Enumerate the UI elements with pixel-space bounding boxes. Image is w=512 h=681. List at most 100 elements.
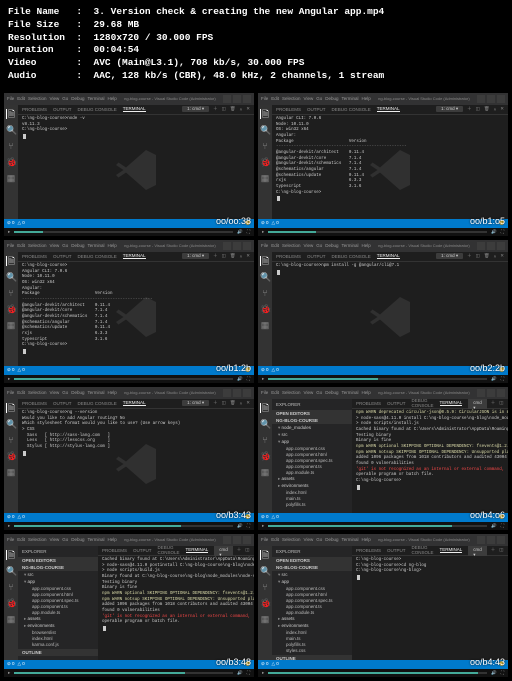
menu-go[interactable]: Go [62, 243, 68, 248]
debug-icon[interactable]: 🐞 [6, 451, 16, 461]
menu-view[interactable]: View [304, 96, 314, 101]
menu-view[interactable]: View [50, 243, 60, 248]
folder-node_modules[interactable]: node_modules [272, 425, 352, 432]
folder-src[interactable]: src [272, 432, 352, 439]
menu-view[interactable]: View [50, 96, 60, 101]
panel-tab-debug-console[interactable]: DEBUG CONSOLE [412, 546, 434, 556]
play-icon[interactable]: ▸ [262, 670, 264, 676]
volume-icon[interactable]: 🔊 [237, 670, 243, 676]
menu-help[interactable]: Help [362, 537, 371, 542]
menu-file[interactable]: File [7, 96, 14, 101]
files-icon[interactable]: 🗎 [6, 550, 16, 560]
volume-icon[interactable]: 🔊 [491, 670, 497, 676]
fullscreen-icon[interactable]: ⛶ [501, 670, 504, 675]
terminal-output[interactable]: C:\ng-blog-course>C:\ng-blog-course>cd n… [352, 556, 508, 660]
status-problem-1[interactable]: △ 0 [18, 661, 25, 667]
maximize-button[interactable] [487, 389, 495, 397]
debug-icon[interactable]: 🐞 [6, 157, 16, 167]
split-terminal-icon[interactable]: ◫ [245, 547, 249, 553]
file-polyfills.ts[interactable]: polyfills.ts [272, 502, 352, 508]
menu-selection[interactable]: Selection [28, 243, 47, 248]
workspace-header[interactable]: NG-BLOG-COURSE [272, 564, 352, 571]
source-control-icon[interactable]: ⑂ [6, 582, 16, 592]
menu-terminal[interactable]: Terminal [88, 390, 105, 395]
panel-tab-terminal[interactable]: TERMINAL [186, 547, 209, 553]
minimize-button[interactable] [223, 389, 231, 397]
menu-help[interactable]: Help [362, 243, 371, 248]
source-control-icon[interactable]: ⑂ [6, 141, 16, 151]
extensions-icon[interactable]: ▦ [6, 614, 16, 624]
seek-bar[interactable] [14, 672, 233, 674]
menu-selection[interactable]: Selection [28, 390, 47, 395]
play-icon[interactable]: ▸ [262, 229, 264, 235]
search-icon[interactable]: 🔍 [260, 125, 270, 135]
menu-terminal[interactable]: Terminal [88, 537, 105, 542]
source-control-icon[interactable]: ⑂ [6, 435, 16, 445]
menu-go[interactable]: Go [316, 243, 322, 248]
panel-tab-terminal[interactable]: TERMINAL [440, 547, 463, 553]
menu-selection[interactable]: Selection [28, 96, 47, 101]
menu-edit[interactable]: Edit [271, 243, 279, 248]
open-editors-header[interactable]: OPEN EDITORS [272, 410, 352, 417]
panel-tab-debug-console[interactable]: DEBUG CONSOLE [158, 546, 180, 556]
minimize-button[interactable] [223, 536, 231, 544]
maximize-button[interactable] [487, 242, 495, 250]
menu-file[interactable]: File [261, 243, 268, 248]
minimize-button[interactable] [223, 242, 231, 250]
terminal-output[interactable]: npm WARN deprecated circular-json@0.5.9:… [352, 409, 508, 513]
status-problem-0[interactable]: ⊘ 0 [261, 514, 269, 520]
status-problem-0[interactable]: ⊘ 0 [261, 661, 269, 667]
folder-app[interactable]: app [272, 439, 352, 446]
status-problem-1[interactable]: △ 0 [272, 514, 279, 520]
volume-icon[interactable]: 🔊 [491, 523, 497, 529]
menu-debug[interactable]: Debug [71, 537, 84, 542]
menu-edit[interactable]: Edit [17, 243, 25, 248]
menu-edit[interactable]: Edit [17, 96, 25, 101]
extensions-icon[interactable]: ▦ [260, 320, 270, 330]
search-icon[interactable]: 🔍 [6, 419, 16, 429]
files-icon[interactable]: 🗎 [260, 109, 270, 119]
status-problem-0[interactable]: ⊘ 0 [7, 220, 15, 226]
close-button[interactable] [243, 95, 251, 103]
maximize-button[interactable] [233, 536, 241, 544]
outline-header[interactable]: OUTLINE [18, 649, 98, 656]
menu-terminal[interactable]: Terminal [88, 96, 105, 101]
menu-edit[interactable]: Edit [271, 537, 279, 542]
files-icon[interactable]: 🗎 [6, 256, 16, 266]
files-icon[interactable]: 🗎 [6, 109, 16, 119]
status-problem-0[interactable]: ⊘ 0 [261, 367, 269, 373]
menu-file[interactable]: File [7, 537, 14, 542]
search-icon[interactable]: 🔍 [6, 125, 16, 135]
debug-icon[interactable]: 🐞 [260, 451, 270, 461]
menu-terminal[interactable]: Terminal [342, 537, 359, 542]
seek-bar[interactable] [268, 231, 487, 233]
seek-bar[interactable] [268, 525, 487, 527]
menu-help[interactable]: Help [362, 390, 371, 395]
play-icon[interactable]: ▸ [262, 523, 264, 529]
close-button[interactable] [243, 536, 251, 544]
menu-terminal[interactable]: Terminal [88, 243, 105, 248]
menu-debug[interactable]: Debug [325, 390, 338, 395]
search-icon[interactable]: 🔍 [260, 272, 270, 282]
menu-selection[interactable]: Selection [282, 537, 301, 542]
folder-src[interactable]: src [18, 572, 98, 579]
status-problem-0[interactable]: ⊘ 0 [7, 367, 15, 373]
minimize-button[interactable] [477, 242, 485, 250]
menu-selection[interactable]: Selection [282, 390, 301, 395]
extensions-icon[interactable]: ▦ [260, 614, 270, 624]
fullscreen-icon[interactable]: ⛶ [247, 670, 250, 675]
menu-terminal[interactable]: Terminal [342, 390, 359, 395]
search-icon[interactable]: 🔍 [260, 419, 270, 429]
menu-help[interactable]: Help [108, 243, 117, 248]
menu-view[interactable]: View [50, 390, 60, 395]
debug-icon[interactable]: 🐞 [260, 598, 270, 608]
status-problem-0[interactable]: ⊘ 0 [261, 220, 269, 226]
panel-tab-terminal[interactable]: TERMINAL [440, 400, 463, 406]
debug-icon[interactable]: 🐞 [260, 157, 270, 167]
menu-go[interactable]: Go [62, 96, 68, 101]
debug-icon[interactable]: 🐞 [260, 304, 270, 314]
panel-tab-output[interactable]: OUTPUT [133, 548, 152, 553]
workspace-header[interactable]: NG-BLOG-COURSE [18, 564, 98, 571]
menu-edit[interactable]: Edit [271, 96, 279, 101]
menu-selection[interactable]: Selection [282, 243, 301, 248]
